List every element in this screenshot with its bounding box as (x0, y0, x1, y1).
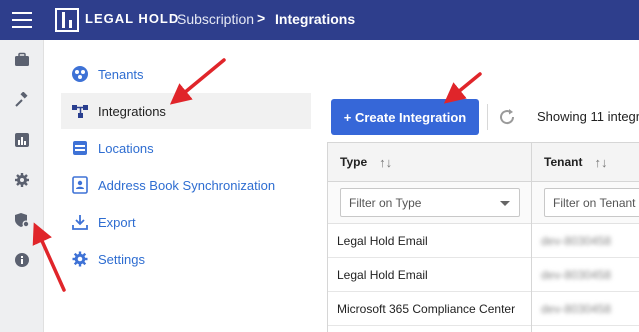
nav-label-export: Export (98, 214, 136, 230)
type-filter-placeholder: Filter on Type (349, 195, 422, 210)
column-separator (531, 142, 532, 332)
column-header-tenant[interactable]: Tenant ↑↓ (532, 142, 639, 182)
icon-rail (0, 40, 44, 332)
breadcrumb-integrations: Integrations (275, 11, 356, 27)
table-row[interactable]: Legal Hold Email dev-8030458 (328, 224, 639, 258)
table-row[interactable]: Microsoft 365 Compliance Center dev-8030… (328, 292, 639, 326)
type-cell: Legal Hold Email (337, 234, 428, 248)
nav-label-locations: Locations (98, 140, 154, 156)
breadcrumb-separator: > (257, 10, 266, 26)
tenant-cell: dev-8030458 (541, 234, 612, 248)
briefcase-icon[interactable] (14, 52, 30, 68)
nav-item-integrations[interactable]: Integrations (61, 93, 311, 129)
showing-count-text: Showing 11 integr (537, 109, 639, 124)
annotation-arrow-create (443, 72, 482, 104)
column-header-tenant-label: Tenant (544, 155, 583, 169)
breadcrumb-subscription[interactable]: Subscription (177, 11, 254, 27)
hamburger-menu-icon[interactable] (12, 12, 32, 28)
toolbar-divider (487, 104, 488, 130)
shield-gear-icon[interactable] (14, 212, 30, 228)
nav-label-tenants: Tenants (98, 66, 144, 82)
nav-label-address-book-synchronization: Address Book Synchronization (98, 177, 276, 193)
integrations-table: Type ↑↓ Tenant ↑↓ Filter on Type Filter … (327, 142, 639, 332)
type-cell: Microsoft 365 Compliance Center (337, 302, 516, 316)
nav-item-settings[interactable]: Settings (61, 241, 311, 277)
nav-label-settings: Settings (98, 251, 145, 267)
chevron-down-icon (500, 201, 510, 206)
column-header-type-label: Type (340, 155, 368, 169)
app-window: LEGAL HOLD Subscription > Integrations T… (0, 0, 639, 332)
type-cell: Legal Hold Email (337, 268, 428, 282)
integrations-icon (70, 101, 90, 121)
nav-item-locations[interactable]: Locations (61, 130, 311, 166)
settings-icon (70, 249, 90, 269)
export-icon (70, 212, 90, 232)
filter-row: Filter on Type Filter on Tenant (328, 182, 639, 224)
gear-icon[interactable] (14, 172, 30, 188)
tenant-cell: dev-8030458 (541, 268, 612, 282)
sub-navigation: Tenants Integrations Locations Address B… (44, 40, 312, 332)
tenant-cell: dev-8030458 (541, 302, 612, 316)
refresh-icon[interactable] (497, 107, 517, 127)
nav-item-tenants[interactable]: Tenants (61, 56, 311, 92)
legal-hold-logo-icon (55, 8, 79, 32)
bar-chart-icon[interactable] (14, 132, 30, 148)
sort-icon[interactable]: ↑↓ (594, 155, 607, 170)
type-filter-select[interactable]: Filter on Type (340, 188, 520, 217)
locations-icon (70, 138, 90, 158)
create-integration-button[interactable]: + Create Integration (331, 99, 479, 135)
brand-name: LEGAL HOLD (85, 11, 180, 26)
column-header-type[interactable]: Type ↑↓ (328, 142, 532, 182)
top-bar: LEGAL HOLD Subscription > Integrations (0, 0, 639, 40)
tenant-filter-placeholder: Filter on Tenant (553, 195, 636, 210)
tenants-icon (70, 64, 90, 84)
nav-label-integrations: Integrations (98, 103, 166, 119)
nav-item-address-book-synchronization[interactable]: Address Book Synchronization (61, 167, 311, 203)
gavel-icon[interactable] (14, 92, 30, 108)
tenant-filter-select[interactable]: Filter on Tenant (544, 188, 639, 217)
address-book-icon (70, 175, 90, 195)
info-icon[interactable] (14, 252, 30, 268)
table-row[interactable]: Legal Hold Email dev-8030458 (328, 258, 639, 292)
sort-icon[interactable]: ↑↓ (379, 155, 392, 170)
nav-item-export[interactable]: Export (61, 204, 311, 240)
